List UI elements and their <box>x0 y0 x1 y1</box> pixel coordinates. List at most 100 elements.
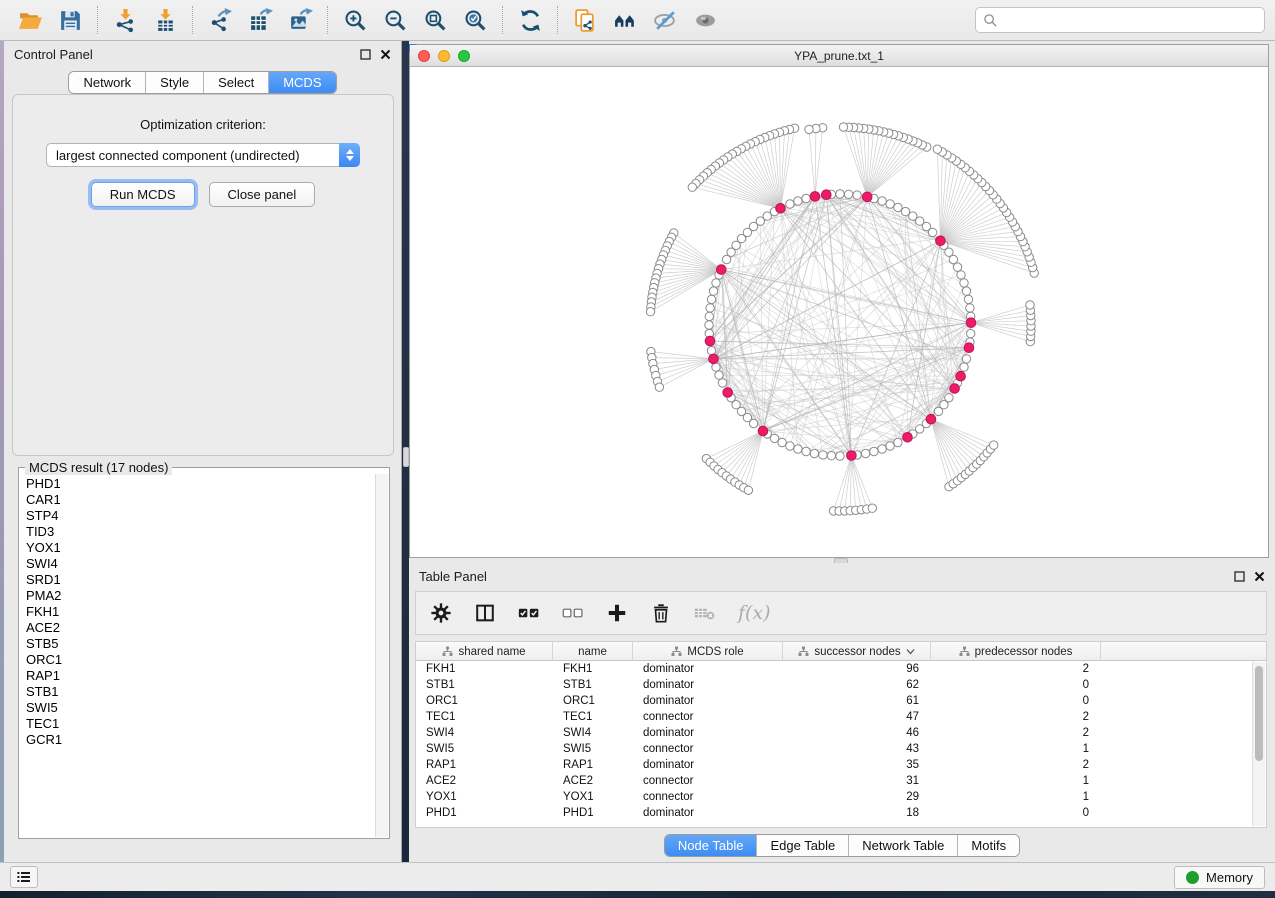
close-panel-icon[interactable] <box>1254 571 1265 582</box>
mcds-hub-node[interactable] <box>903 433 913 443</box>
open-button[interactable] <box>10 3 50 37</box>
network-node[interactable] <box>861 449 869 457</box>
network-node[interactable] <box>709 287 717 295</box>
deselect-all-icon[interactable] <box>562 602 584 624</box>
close-panel-button[interactable]: Close panel <box>209 182 316 207</box>
column-header-MCDS-role[interactable]: MCDS role <box>633 642 783 661</box>
mcds-hub-node[interactable] <box>926 414 936 424</box>
network-node[interactable] <box>953 263 961 271</box>
table-row[interactable]: YOX1YOX1connector291 <box>416 789 1266 805</box>
network-node[interactable] <box>794 445 802 453</box>
first-neighbors-button[interactable] <box>605 3 645 37</box>
table-scrollbar[interactable] <box>1252 662 1265 826</box>
network-node[interactable] <box>718 379 726 387</box>
network-node[interactable] <box>886 442 894 450</box>
network-node[interactable] <box>786 200 794 208</box>
network-node[interactable] <box>966 304 974 312</box>
mcds-hub-node[interactable] <box>810 192 820 202</box>
network-node[interactable] <box>894 438 902 446</box>
mcds-hub-node[interactable] <box>966 318 976 328</box>
export-network-button[interactable] <box>200 3 240 37</box>
mcds-result-item[interactable]: SRD1 <box>26 572 375 588</box>
mcds-result-item[interactable]: YOX1 <box>26 540 375 556</box>
tab-mcds[interactable]: MCDS <box>269 72 335 93</box>
network-node[interactable] <box>805 125 813 133</box>
network-node[interactable] <box>886 200 894 208</box>
import-network-button[interactable] <box>105 3 145 37</box>
network-node[interactable] <box>827 452 835 460</box>
mcds-hub-node[interactable] <box>950 384 960 394</box>
network-node[interactable] <box>962 355 970 363</box>
network-node[interactable] <box>778 438 786 446</box>
float-panel-icon[interactable] <box>1234 571 1245 582</box>
network-node[interactable] <box>990 441 998 449</box>
network-node[interactable] <box>870 447 878 455</box>
network-node[interactable] <box>819 451 827 459</box>
mcds-result-item[interactable]: STB5 <box>26 636 375 652</box>
table-row[interactable]: TEC1TEC1connector472 <box>416 709 1266 725</box>
network-node[interactable] <box>894 203 902 211</box>
mcds-result-item[interactable]: ACE2 <box>26 620 375 636</box>
mcds-result-item[interactable]: TID3 <box>26 524 375 540</box>
network-node[interactable] <box>960 279 968 287</box>
table-row[interactable]: FKH1FKH1dominator962 <box>416 661 1266 677</box>
table-row[interactable]: RAP1RAP1dominator352 <box>416 757 1266 773</box>
show-all-button[interactable] <box>685 3 725 37</box>
splitter-grip-vertical[interactable] <box>403 447 409 467</box>
mcds-result-item[interactable]: SWI5 <box>26 700 375 716</box>
mcds-result-item[interactable]: STB1 <box>26 684 375 700</box>
hide-selected-button[interactable] <box>645 3 685 37</box>
refresh-button[interactable] <box>510 3 550 37</box>
mcds-result-item[interactable]: GCR1 <box>26 732 375 748</box>
network-node[interactable] <box>1026 301 1034 309</box>
column-header-name[interactable]: name <box>553 642 633 661</box>
run-mcds-button[interactable]: Run MCDS <box>91 182 195 207</box>
network-node[interactable] <box>744 486 752 494</box>
export-table-button[interactable] <box>240 3 280 37</box>
network-node[interactable] <box>839 123 847 131</box>
float-panel-icon[interactable] <box>360 49 371 60</box>
mcds-result-item[interactable]: SWI4 <box>26 556 375 572</box>
memory-button[interactable]: Memory <box>1174 866 1265 889</box>
network-node[interactable] <box>802 194 810 202</box>
network-node[interactable] <box>868 504 876 512</box>
task-history-button[interactable] <box>10 866 38 888</box>
column-visibility-icon[interactable] <box>474 602 496 624</box>
tab-node-table[interactable]: Node Table <box>665 835 758 856</box>
add-column-icon[interactable] <box>606 602 628 624</box>
mcds-hub-node[interactable] <box>776 204 786 214</box>
mcds-hub-node[interactable] <box>822 190 832 200</box>
table-row[interactable]: SWI4SWI4dominator462 <box>416 725 1266 741</box>
column-header-shared-name[interactable]: shared name <box>416 642 553 661</box>
table-scrollbar-thumb[interactable] <box>1255 666 1263 761</box>
network-node[interactable] <box>770 434 778 442</box>
mcds-hub-node[interactable] <box>964 343 974 353</box>
network-node[interactable] <box>836 190 844 198</box>
network-node[interactable] <box>688 183 696 191</box>
network-node[interactable] <box>962 287 970 295</box>
tab-network[interactable]: Network <box>69 72 146 93</box>
network-node[interactable] <box>945 394 953 402</box>
mcds-hub-node[interactable] <box>936 236 946 246</box>
mcds-hub-node[interactable] <box>862 192 872 202</box>
import-table-button[interactable] <box>145 3 185 37</box>
network-node[interactable] <box>707 295 715 303</box>
network-node[interactable] <box>655 383 663 391</box>
table-row[interactable]: STB1STB1dominator620 <box>416 677 1266 693</box>
network-node[interactable] <box>878 445 886 453</box>
mcds-result-item[interactable]: FKH1 <box>26 604 375 620</box>
network-node[interactable] <box>933 145 941 153</box>
network-node[interactable] <box>853 191 861 199</box>
mcds-result-item[interactable]: PMA2 <box>26 588 375 604</box>
table-settings-gear-icon[interactable] <box>430 602 452 624</box>
network-node[interactable] <box>810 449 818 457</box>
tab-edge-table[interactable]: Edge Table <box>757 835 849 856</box>
function-builder-icon[interactable]: f(x) <box>738 602 771 624</box>
table-row[interactable]: ACE2ACE2connector311 <box>416 773 1266 789</box>
criterion-dropdown[interactable]: largest connected component (undirected) <box>46 143 360 167</box>
network-node[interactable] <box>749 419 757 427</box>
mcds-result-scrollbar[interactable] <box>375 474 388 837</box>
close-panel-icon[interactable] <box>380 49 391 60</box>
network-node[interactable] <box>802 447 810 455</box>
mcds-result-item[interactable]: TEC1 <box>26 716 375 732</box>
